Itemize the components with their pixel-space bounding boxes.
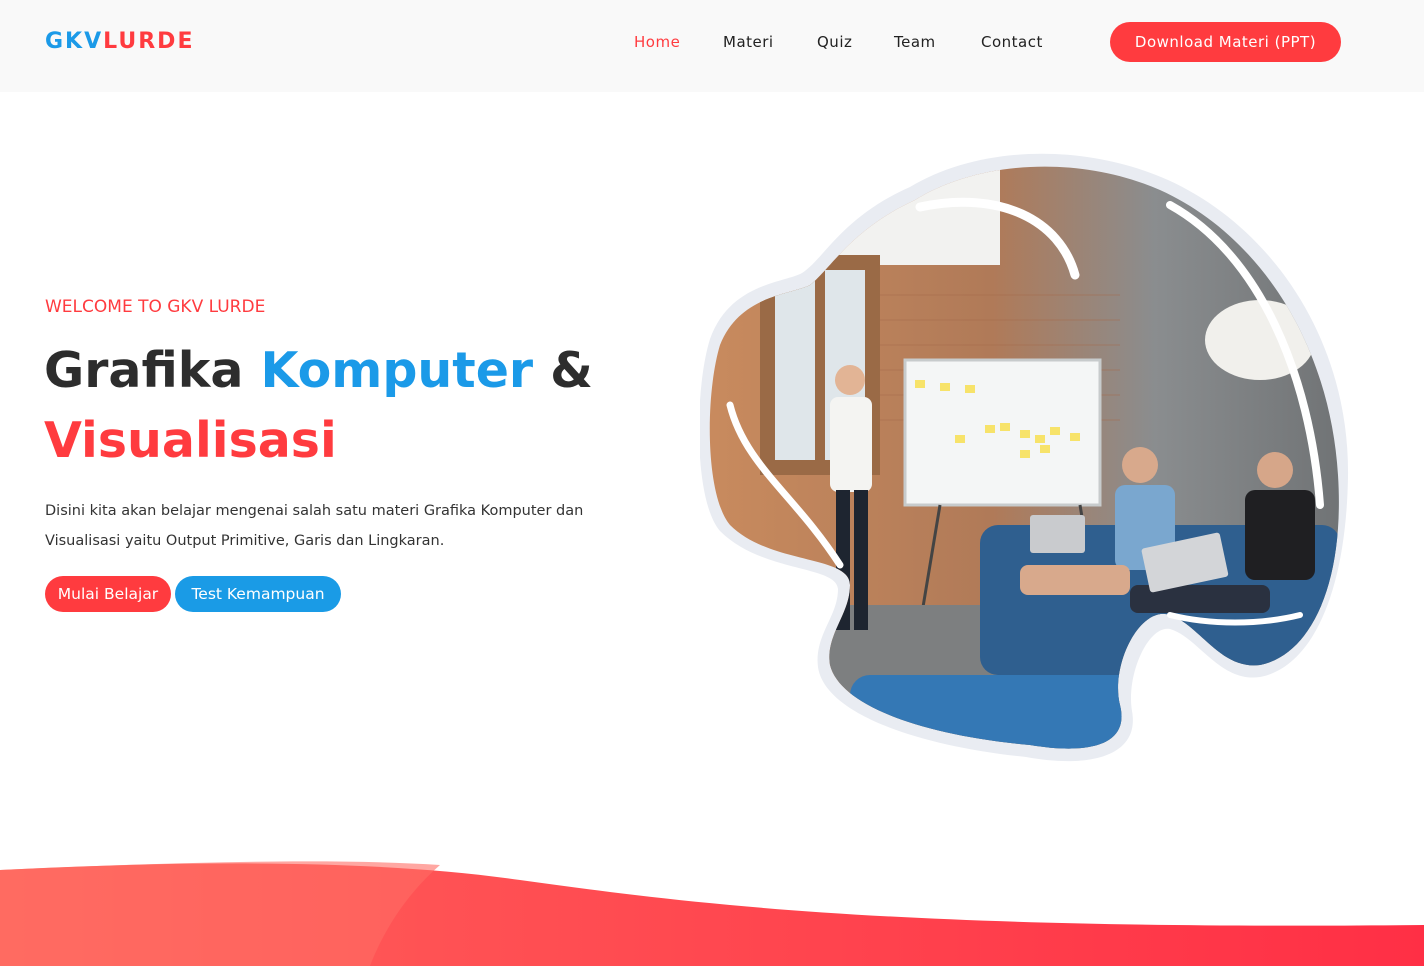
title-grafika: Grafika [44, 342, 244, 399]
hero-description: Disini kita akan belajar mengenai salah … [45, 503, 584, 549]
test-kemampuan-button[interactable]: Test Kemampuan [175, 576, 341, 612]
title-ampersand: & [550, 342, 593, 399]
nav-quiz[interactable]: Quiz [817, 31, 852, 53]
download-materi-button[interactable]: Download Materi (PPT) [1110, 22, 1341, 62]
mulai-belajar-button[interactable]: Mulai Belajar [45, 576, 171, 612]
hero-eyebrow: WELCOME TO GKV LURDE [45, 297, 266, 317]
bottom-wave [0, 861, 1424, 966]
nav-contact[interactable]: Contact [981, 31, 1043, 53]
site-header: GKVLURDE Home Materi Quiz Team Contact D… [0, 0, 1424, 92]
title-visualisasi: Visualisasi [44, 412, 337, 469]
hero-title: Grafika Komputer & Visualisasi [44, 336, 593, 476]
nav-team[interactable]: Team [894, 31, 936, 53]
title-komputer: Komputer [260, 342, 534, 399]
hero-photo [700, 153, 1349, 762]
nav-materi[interactable]: Materi [723, 31, 774, 53]
nav-home[interactable]: Home [634, 31, 680, 53]
